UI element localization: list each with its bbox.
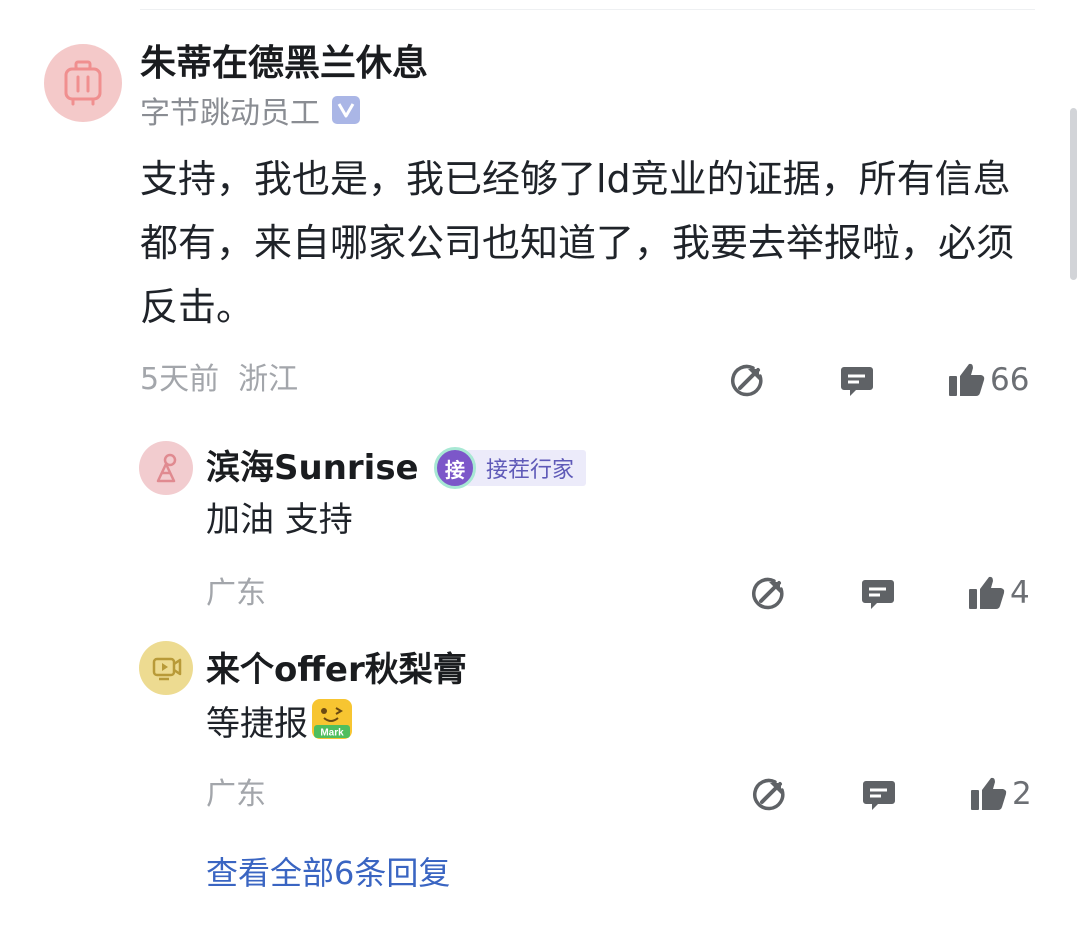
reply-avatar[interactable] bbox=[139, 641, 193, 695]
top-divider bbox=[140, 9, 1035, 10]
comment-time: 5天前 bbox=[140, 362, 220, 397]
reply-reply-button[interactable] bbox=[860, 776, 898, 814]
reply-share-button[interactable] bbox=[750, 776, 788, 814]
reply-like-button[interactable]: 2 bbox=[970, 774, 1032, 814]
main-comment-author[interactable]: 朱蒂在德黑兰休息 bbox=[140, 38, 428, 90]
badge-label: 接茬行家 bbox=[466, 450, 587, 486]
view-all-replies-link[interactable]: 查看全部6条回复 bbox=[206, 850, 450, 896]
share-arrow-icon bbox=[752, 577, 784, 610]
main-comment-meta: 5天前 浙江 bbox=[140, 360, 298, 400]
reply-location: 广东 bbox=[206, 777, 266, 812]
author-title-text: 字节跳动员工 bbox=[140, 96, 320, 131]
thumbs-up-icon bbox=[969, 576, 1005, 609]
comment-location: 浙江 bbox=[238, 362, 299, 397]
share-arrow-icon bbox=[731, 364, 763, 397]
reply-share-button[interactable] bbox=[749, 575, 787, 613]
reply-button[interactable] bbox=[838, 362, 876, 400]
reply-location: 广东 bbox=[206, 576, 266, 611]
thumbs-up-icon bbox=[971, 777, 1007, 810]
reply-text: 等捷报 Mark bbox=[206, 697, 354, 749]
comment-bubble-icon bbox=[863, 781, 895, 810]
main-comment-author-title: 字节跳动员工 bbox=[140, 88, 360, 132]
reply-text: 加油 支持 bbox=[206, 500, 353, 540]
mark-emoji-icon: Mark bbox=[312, 699, 352, 739]
reply-author[interactable]: 来个offer秋梨膏 bbox=[206, 645, 467, 695]
comment-bubble-icon bbox=[841, 367, 873, 396]
scrollbar[interactable] bbox=[1070, 108, 1077, 280]
reply-author[interactable]: 滨海Sunrise bbox=[206, 443, 419, 493]
reply-like-button[interactable]: 4 bbox=[968, 573, 1030, 613]
like-count: 66 bbox=[990, 362, 1030, 398]
reply-reply-button[interactable] bbox=[859, 575, 897, 613]
reply-avatar[interactable] bbox=[139, 441, 193, 495]
main-comment-avatar[interactable] bbox=[44, 44, 122, 122]
share-button[interactable] bbox=[728, 362, 766, 400]
main-comment-text: 支持，我也是，我已经够了ld竞业的证据，所有信息都有，来自哪家公司也知道了，我要… bbox=[140, 157, 1015, 329]
comment-bubble-icon bbox=[862, 580, 894, 609]
like-count: 4 bbox=[1010, 575, 1030, 611]
like-button[interactable]: 66 bbox=[948, 360, 1029, 400]
reply-text-content: 等捷报 bbox=[206, 704, 308, 744]
luggage-icon bbox=[64, 60, 102, 106]
video-camera-icon bbox=[152, 657, 182, 681]
share-arrow-icon bbox=[753, 778, 785, 811]
badge-icon: 接 bbox=[434, 447, 476, 489]
verified-v-icon bbox=[332, 96, 360, 124]
thumbs-up-icon bbox=[949, 363, 985, 396]
cone-figure-icon bbox=[156, 453, 177, 483]
user-badge: 接 接茬行家 bbox=[434, 447, 587, 489]
emoji-label: Mark bbox=[320, 728, 344, 739]
like-count: 2 bbox=[1012, 776, 1032, 812]
